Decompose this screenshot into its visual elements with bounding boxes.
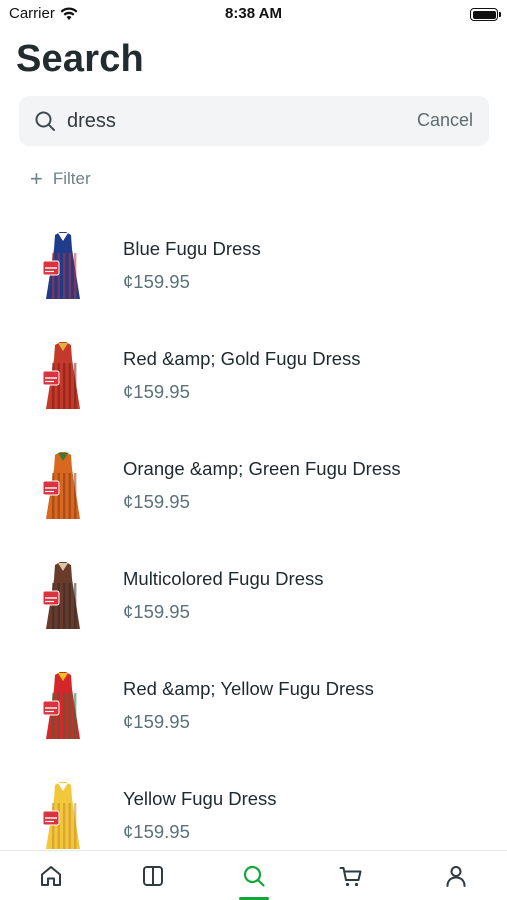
list-item[interactable]: Blue Fugu Dress ¢159.95 bbox=[0, 215, 507, 325]
battery-icon bbox=[470, 8, 501, 21]
product-name: Yellow Fugu Dress bbox=[123, 788, 277, 809]
product-name: Blue Fugu Dress bbox=[123, 238, 261, 259]
product-price: ¢159.95 bbox=[123, 821, 190, 842]
search-input[interactable] bbox=[67, 96, 397, 146]
tab-account[interactable] bbox=[426, 851, 486, 900]
filter-button[interactable]: + Filter bbox=[30, 166, 91, 191]
product-price: ¢159.95 bbox=[123, 601, 190, 622]
page-title: Search bbox=[16, 38, 144, 80]
tab-search[interactable] bbox=[224, 851, 284, 900]
tab-catalog[interactable] bbox=[123, 851, 183, 900]
tab-bar bbox=[0, 850, 507, 900]
search-icon bbox=[243, 865, 265, 887]
product-price: ¢159.95 bbox=[123, 381, 190, 402]
catalog-icon bbox=[143, 866, 163, 886]
list-item[interactable]: Orange &amp; Green Fugu Dress ¢159.95 bbox=[0, 435, 507, 545]
status-bar: Carrier 8:38 AM bbox=[0, 0, 507, 30]
cart-icon bbox=[339, 867, 362, 887]
product-price: ¢159.95 bbox=[123, 711, 190, 732]
product-image bbox=[42, 672, 80, 739]
product-image bbox=[42, 452, 80, 519]
user-icon bbox=[446, 866, 466, 887]
tab-home[interactable] bbox=[21, 851, 81, 900]
product-image bbox=[42, 782, 80, 849]
list-item[interactable]: Red &amp; Gold Fugu Dress ¢159.95 bbox=[0, 325, 507, 435]
plus-icon: + bbox=[30, 166, 43, 191]
tab-cart[interactable] bbox=[321, 851, 381, 900]
product-image bbox=[42, 562, 80, 629]
list-item[interactable]: Yellow Fugu Dress ¢159.95 bbox=[0, 765, 507, 850]
product-list: Blue Fugu Dress ¢159.95 Red &amp; Gold F… bbox=[0, 215, 507, 850]
product-name: Multicolored Fugu Dress bbox=[123, 568, 324, 589]
filter-label: Filter bbox=[52, 169, 91, 188]
status-time: 8:38 AM bbox=[225, 5, 282, 22]
home-icon bbox=[41, 866, 61, 886]
product-name: Red &amp; Yellow Fugu Dress bbox=[123, 678, 374, 699]
search-icon bbox=[35, 111, 55, 131]
product-name: Red &amp; Gold Fugu Dress bbox=[123, 348, 361, 369]
search-bar: Cancel bbox=[19, 96, 489, 146]
product-price: ¢159.95 bbox=[123, 271, 190, 292]
list-item[interactable]: Multicolored Fugu Dress ¢159.95 bbox=[0, 545, 507, 655]
list-item[interactable]: Red &amp; Yellow Fugu Dress ¢159.95 bbox=[0, 655, 507, 765]
product-name: Orange &amp; Green Fugu Dress bbox=[123, 458, 401, 479]
product-image bbox=[42, 232, 80, 299]
product-image bbox=[42, 342, 80, 409]
cancel-button[interactable]: Cancel bbox=[417, 110, 473, 131]
product-price: ¢159.95 bbox=[123, 491, 190, 512]
